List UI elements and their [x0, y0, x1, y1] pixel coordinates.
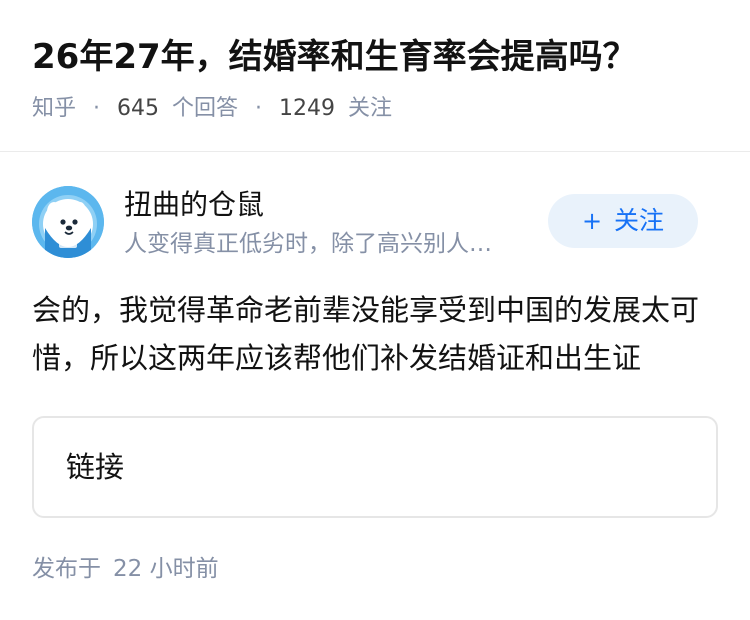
publish-time: 发布于 22 小时前	[32, 552, 219, 586]
plus-icon: +	[581, 207, 603, 235]
link-card[interactable]: 链接	[32, 416, 718, 518]
source-label: 知乎	[32, 96, 77, 121]
question-meta: 知乎 · 645 个回答 · 1249 关注	[32, 92, 392, 126]
publish-time-value: 22 小时前	[113, 556, 219, 582]
follow-button-label: 关注	[614, 206, 665, 235]
answers-count: 645	[117, 96, 160, 121]
link-card-label: 链接	[66, 450, 125, 484]
author-bio: 人变得真正低劣时，除了高兴别人…	[124, 231, 492, 257]
cartoon-dog-avatar-icon	[32, 186, 104, 258]
publish-label: 发布于	[32, 556, 101, 582]
answers-label: 个回答	[172, 96, 239, 121]
follow-button[interactable]: + 关注	[548, 194, 698, 248]
follows-label: 关注	[348, 96, 393, 121]
author-name[interactable]: 扭曲的仓鼠	[124, 185, 264, 225]
follows-count: 1249	[279, 96, 336, 121]
meta-separator: ·	[255, 96, 263, 121]
answer-content[interactable]: 会的，我觉得革命老前辈没能享受到中国的发展太可惜，所以这两年应该帮他们补发结婚证…	[32, 286, 718, 382]
question-title[interactable]: 26年27年，结婚率和生育率会提高吗？	[32, 33, 637, 81]
avatar[interactable]	[32, 186, 104, 258]
question-header: 26年27年，结婚率和生育率会提高吗？ 知乎 · 645 个回答 · 1249 …	[0, 0, 750, 152]
meta-separator: ·	[93, 96, 101, 121]
author-row: 扭曲的仓鼠 人变得真正低劣时，除了高兴别人… + 关注	[32, 183, 718, 261]
